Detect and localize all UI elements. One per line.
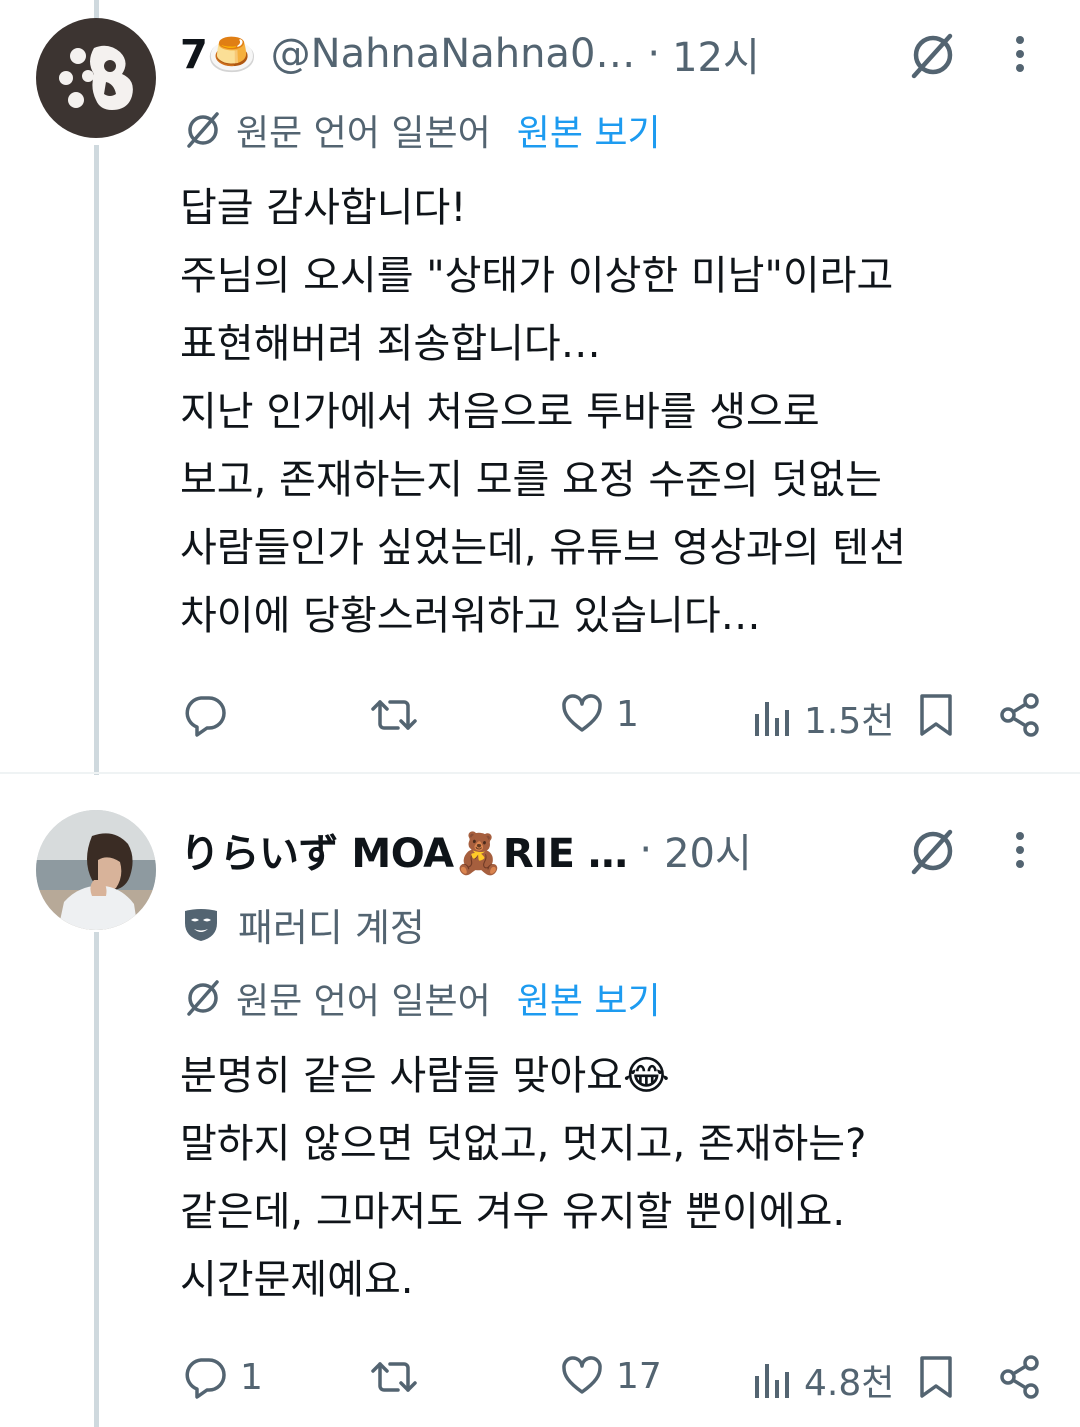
parody-label: 패러디 계정: [182, 896, 425, 952]
tweet-text: 답글 감사합니다! 주님의 오시를 "상태가 이상한 미남"이라고 표현해버려 …: [180, 174, 1060, 650]
grok-slash-icon[interactable]: [906, 824, 960, 882]
translate-icon: [187, 112, 219, 148]
tweet-text: 분명히 같은 사람들 맞아요😂 말하지 않으면 덧없고, 멋지고, 존재하는? …: [180, 1042, 1060, 1314]
like-button[interactable]: 1: [560, 692, 639, 736]
share-icon: [1000, 693, 1039, 737]
like-count: 17: [616, 1355, 662, 1397]
tweet-text-line: 시간문제예요.: [180, 1257, 414, 1303]
tweet-divider: [0, 772, 1080, 774]
translation-notice: 원문 언어 일본어 원본 보기: [182, 102, 661, 158]
avatar[interactable]: [36, 810, 156, 930]
bookmark-icon: [920, 694, 952, 736]
like-icon: [562, 694, 602, 732]
share-button[interactable]: [998, 692, 1042, 738]
translate-icon: [187, 980, 219, 1016]
thread-line: [94, 145, 99, 775]
tweet-text-line: 지난 인가에서 처음으로 투바를 생으로: [180, 389, 820, 435]
views-button[interactable]: 1.5천: [752, 692, 894, 744]
user-handle[interactable]: @NahnaNahna0…: [271, 31, 636, 77]
translation-language: 원문 언어 일본어: [236, 981, 491, 1022]
tweet-text-line: 답글 감사합니다!: [180, 185, 467, 231]
like-button[interactable]: 17: [560, 1354, 662, 1398]
action-bar: 1 17 4.8천: [0, 1346, 1080, 1406]
tweet-text-line: 말하지 않으면 덧없고, 멋지고, 존재하는?: [180, 1121, 867, 1167]
reply-button[interactable]: 1: [182, 1354, 263, 1400]
view-count: 1.5천: [804, 701, 895, 742]
tweet-text-line: 표현해버려 죄송합니다…: [180, 321, 601, 367]
tweet-header: りらいず MOA🧸RIE … · 20시: [180, 818, 840, 882]
share-icon: [1000, 1355, 1039, 1399]
separator-dot: ·: [647, 31, 661, 77]
reply-icon: [185, 696, 226, 737]
view-count: 4.8천: [804, 1363, 895, 1404]
view-original-link[interactable]: 원본 보기: [517, 104, 661, 156]
retweet-icon: [371, 1362, 417, 1392]
reply-count: 1: [240, 1356, 263, 1398]
grok-slash-icon[interactable]: [906, 28, 960, 86]
bookmark-button[interactable]: [916, 692, 956, 738]
tweet-text-line: 분명히 같은 사람들 맞아요😂: [180, 1053, 670, 1099]
view-original-link[interactable]: 원본 보기: [517, 972, 661, 1024]
bookmark-icon: [920, 1356, 952, 1398]
share-button[interactable]: [998, 1354, 1042, 1400]
retweet-button[interactable]: [370, 1354, 430, 1400]
action-bar: 1 1.5천: [0, 684, 1080, 744]
display-name[interactable]: りらいず MOA🧸RIE …: [180, 821, 628, 879]
timestamp[interactable]: 20시: [664, 821, 752, 879]
views-icon: [755, 702, 789, 736]
tweet-text-line: 사람들인가 싶었는데, 유튜브 영상과의 텐션: [180, 525, 906, 571]
like-count: 1: [616, 693, 639, 735]
parody-account-label: 패러디 계정: [238, 905, 425, 950]
views-button[interactable]: 4.8천: [752, 1354, 894, 1406]
tweet-text-line: 같은데, 그마저도 겨우 유지할 뿐이에요.: [180, 1189, 846, 1235]
reply-button[interactable]: [182, 692, 240, 738]
avatar[interactable]: [36, 18, 156, 138]
tweet-text-line: 보고, 존재하는지 모를 요정 수준의 덧없는: [180, 457, 882, 503]
display-name[interactable]: 7🍮: [180, 31, 257, 78]
separator-dot: ·: [639, 827, 653, 873]
translation-notice: 원문 언어 일본어 원본 보기: [182, 970, 661, 1026]
retweet-icon: [371, 700, 417, 730]
tweet-header: 7🍮 @NahnaNahna0… · 12시: [180, 22, 840, 86]
tweet-text-line: 차이에 당황스러워하고 있습니다…: [180, 593, 761, 639]
retweet-button[interactable]: [370, 692, 430, 738]
translation-language: 원문 언어 일본어: [236, 113, 491, 154]
like-icon: [562, 1356, 602, 1394]
timestamp[interactable]: 12시: [672, 25, 760, 83]
reply-icon: [185, 1358, 226, 1399]
parody-mask-icon: [185, 909, 217, 941]
bookmark-button[interactable]: [916, 1354, 956, 1400]
more-icon[interactable]: [1010, 830, 1030, 874]
tweet-text-line: 주님의 오시를 "상태가 이상한 미남"이라고: [180, 253, 894, 299]
more-icon[interactable]: [1010, 34, 1030, 78]
views-icon: [755, 1364, 789, 1398]
